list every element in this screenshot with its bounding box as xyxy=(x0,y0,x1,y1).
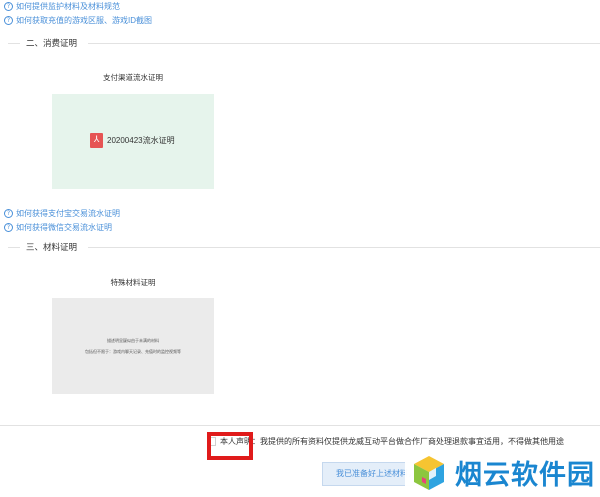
section-title-consumption: 二、消费证明 xyxy=(0,37,600,49)
help-link-label: 如何获取充值的游戏区服、游戏ID截图 xyxy=(16,16,152,25)
divider xyxy=(8,247,20,248)
special-material-card-label: 特殊材料证明 xyxy=(110,278,156,287)
preview-text-line: 包括但不限于：游戏内聊天记录、充值时的监控视频等 xyxy=(85,349,181,354)
help-link-wechat-flow[interactable]: ? 如何获得微信交易流水证明 xyxy=(4,222,112,233)
cube-logo-icon xyxy=(414,455,444,490)
section-title-materials: 三、材料证明 xyxy=(0,241,600,253)
divider xyxy=(88,247,600,248)
question-circle-icon: ? xyxy=(4,16,13,25)
declaration-text: 本人声明：我提供的所有资料仅提供龙威互动平台做合作厂商处理退款事宜适用，不得做其… xyxy=(220,437,564,446)
help-link-label: 如何获得微信交易流水证明 xyxy=(16,223,112,232)
pdf-file-icon: ⅄ xyxy=(90,133,103,148)
question-circle-icon: ? xyxy=(4,209,13,218)
pay-channel-card[interactable]: ⅄ 20200423流水证明 xyxy=(52,94,214,189)
highlight-box xyxy=(207,432,253,460)
divider xyxy=(88,43,600,44)
declaration-row: 本人声明：我提供的所有资料仅提供龙威互动平台做合作厂商处理退款事宜适用，不得做其… xyxy=(207,436,564,447)
section-title-text: 三、材料证明 xyxy=(26,242,78,252)
help-link-label: 如何获得支付宝交易流水证明 xyxy=(16,209,120,218)
help-link-alipay-flow[interactable]: ? 如何获得支付宝交易流水证明 xyxy=(4,208,120,219)
help-link-recharge-screenshot[interactable]: ? 如何获取充值的游戏区服、游戏ID截图 xyxy=(4,15,152,26)
special-material-card[interactable]: 描述明显疑似由于未满的材料 包括但不限于：游戏内聊天记录、充值时的监控视频等 xyxy=(52,298,214,394)
question-circle-icon: ? xyxy=(4,2,13,11)
preview-text-line: 描述明显疑似由于未满的材料 xyxy=(107,338,159,343)
section-title-text: 二、消费证明 xyxy=(26,38,78,48)
watermark: 烟云软件园 xyxy=(405,448,600,497)
watermark-text: 烟云软件园 xyxy=(455,460,595,491)
pay-channel-card-label: 支付渠道流水证明 xyxy=(103,73,163,82)
help-link-guardian-materials[interactable]: ? 如何提供监护材料及材料规范 xyxy=(4,1,120,12)
divider xyxy=(0,425,600,426)
question-circle-icon: ? xyxy=(4,223,13,232)
divider xyxy=(8,43,20,44)
uploaded-file[interactable]: ⅄ 20200423流水证明 xyxy=(90,133,175,148)
file-name: 20200423流水证明 xyxy=(107,136,175,145)
help-link-label: 如何提供监护材料及材料规范 xyxy=(16,2,120,11)
